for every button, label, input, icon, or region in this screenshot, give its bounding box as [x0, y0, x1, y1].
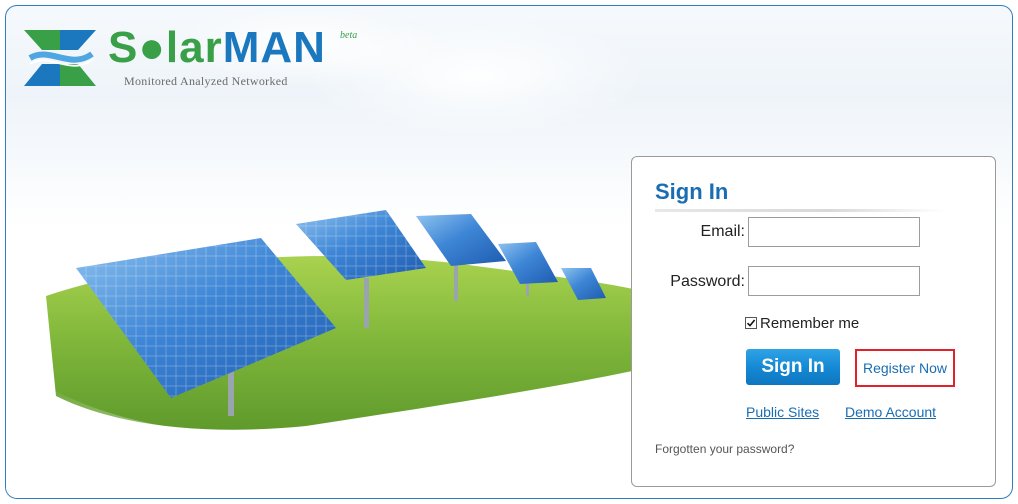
sign-in-heading: Sign In — [655, 179, 729, 204]
brand-tagline: Monitored Analyzed Networked — [124, 74, 288, 88]
brand-name-man: MAN — [222, 23, 326, 72]
remember-me-label: Remember me — [760, 315, 860, 332]
remember-me-checkbox[interactable] — [745, 317, 757, 330]
remember-me-row: Remember me — [745, 315, 859, 332]
page-frame: S●larMAN beta Monitored Analyzed Network… — [5, 5, 1013, 499]
heading-divider — [655, 209, 945, 212]
beta-badge: beta — [340, 30, 358, 41]
demo-account-link[interactable]: Demo Account — [845, 404, 936, 420]
public-sites-link[interactable]: Public Sites — [746, 404, 819, 420]
brand-name-solar: S●lar — [108, 23, 223, 72]
password-field[interactable] — [748, 266, 920, 296]
email-label: Email: — [700, 223, 745, 240]
email-field[interactable] — [748, 217, 920, 247]
sign-in-panel: Sign In Email: Password: Remember me Sig… — [631, 156, 996, 487]
brand-logo: S●larMAN beta Monitored Analyzed Network… — [20, 20, 380, 92]
brand-name: S●larMAN — [108, 22, 326, 74]
register-now-link[interactable]: Register Now — [855, 349, 955, 387]
password-label: Password: — [670, 273, 745, 290]
checkmark-icon — [746, 319, 756, 327]
forgot-password-link[interactable]: Forgotten your password? — [655, 442, 794, 456]
sign-in-button[interactable]: Sign In — [746, 349, 840, 385]
solarman-logo-icon — [24, 30, 96, 86]
